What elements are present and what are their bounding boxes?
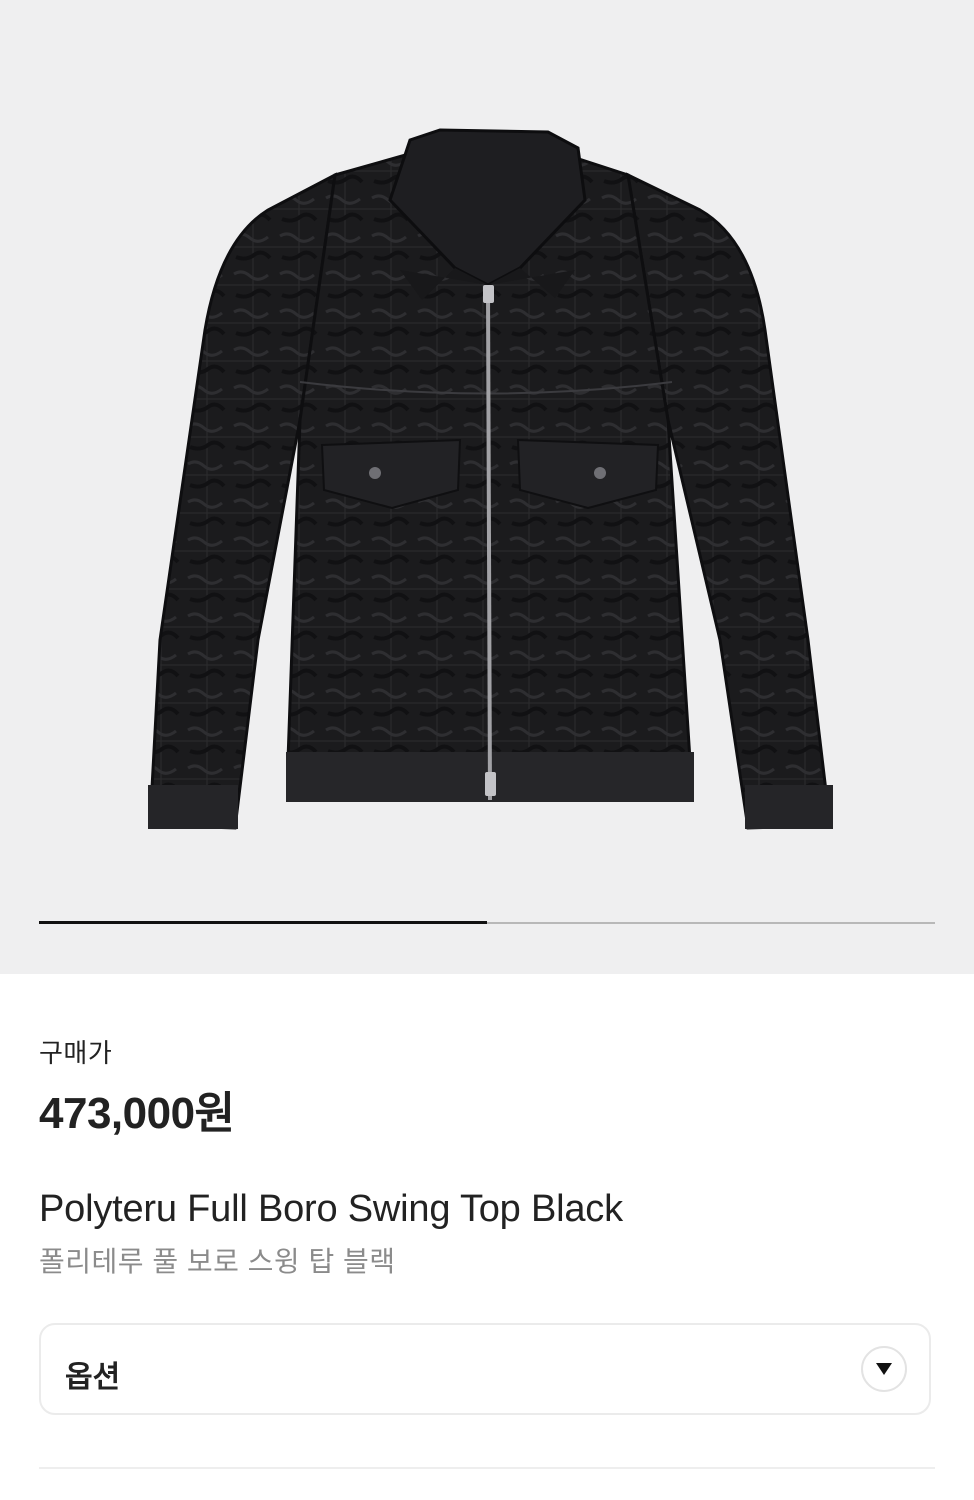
carousel-progress-track bbox=[39, 921, 935, 924]
product-page: 구매가 473,000원 Polyteru Full Boro Swing To… bbox=[0, 0, 974, 1500]
option-select[interactable]: 옵션 bbox=[39, 1323, 931, 1415]
carousel-progress-indicator bbox=[39, 921, 487, 924]
price-label: 구매가 bbox=[39, 1038, 113, 1068]
section-divider bbox=[39, 1467, 935, 1469]
price-value: 473,000원 bbox=[39, 1089, 235, 1138]
chevron-down-icon[interactable] bbox=[861, 1346, 907, 1392]
product-image-carousel[interactable] bbox=[0, 0, 974, 974]
product-name-en: Polyteru Full Boro Swing Top Black bbox=[39, 1188, 623, 1230]
option-label: 옵션 bbox=[65, 1361, 121, 1394]
product-image[interactable] bbox=[0, 0, 974, 900]
product-name-ko: 폴리테루 풀 보로 스윙 탑 블랙 bbox=[39, 1246, 396, 1277]
